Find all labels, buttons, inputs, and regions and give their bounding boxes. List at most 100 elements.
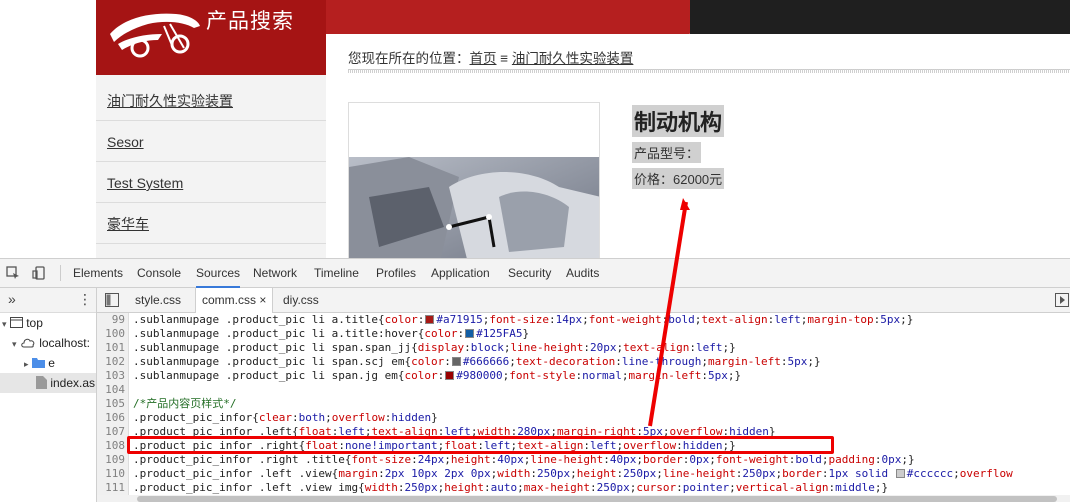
category-label[interactable]: 油门耐久性实验装置 <box>107 93 233 109</box>
code-line[interactable]: 106 .product_pic_infor{clear:both;overflo… <box>97 411 438 425</box>
code-token: : <box>484 481 491 494</box>
navigator-header: » ⋮ <box>0 288 96 313</box>
expand-arrow-icon[interactable]: ▸ <box>24 359 29 369</box>
code-line[interactable]: 109 .product_pic_infor .right .title{font… <box>97 453 914 467</box>
line-number: 110 <box>105 467 125 480</box>
tree-item-index-file[interactable]: index.as <box>0 373 96 393</box>
editor-tab-comm-css[interactable]: comm.css × <box>195 288 274 314</box>
code-token: color <box>424 327 458 340</box>
code-line[interactable]: 104 <box>97 383 133 397</box>
category-label[interactable]: 豪华车 <box>107 216 149 232</box>
code-line[interactable]: 101 .sublanmupage .product_pic li span.sp… <box>97 341 736 355</box>
tab-network[interactable]: Network <box>253 259 297 288</box>
category-item-sesor[interactable]: Sesor <box>96 121 326 162</box>
code-line[interactable]: 111 .product_pic_infor .left .view img{wi… <box>97 481 888 495</box>
device-toolbar-icon[interactable] <box>32 266 46 280</box>
code-line[interactable]: 102 .sublanmupage .product_pic li span.sc… <box>97 355 821 369</box>
code-token: ;} <box>807 355 821 368</box>
code-token: font-weight <box>588 313 662 326</box>
breadcrumb-home-link[interactable]: 首页 <box>470 51 497 66</box>
code-token: 5px <box>787 355 808 368</box>
tab-profiles[interactable]: Profiles <box>376 259 416 288</box>
folder-icon <box>31 358 45 368</box>
editor-tab-diy-css[interactable]: diy.css <box>283 288 319 313</box>
code-line[interactable]: 108 .product_pic_infor .right{float:none!… <box>97 439 736 453</box>
code-token: .sublanmupage .product_pic li span.span_… <box>133 341 418 354</box>
product-image-frame[interactable] <box>348 102 600 258</box>
editor-tab-style-css[interactable]: style.css <box>135 288 181 313</box>
code-token: text-align <box>517 439 584 452</box>
code-token: ; <box>821 453 829 466</box>
expand-arrow-icon[interactable]: ▾ <box>12 339 17 349</box>
editor-tabbar: style.css comm.css × diy.css <box>97 288 1070 314</box>
code-line[interactable]: 110 .product_pic_infor .left .view{margin… <box>97 467 1013 481</box>
code-token: ; <box>662 425 670 438</box>
code-token: color <box>411 355 445 368</box>
code-line[interactable]: 107 .product_pic_infor .left{float:left;t… <box>97 425 776 439</box>
code-token: none!important <box>344 439 438 452</box>
product-photo[interactable] <box>349 157 600 258</box>
toggle-debugger-icon[interactable] <box>1055 293 1069 307</box>
code-token: : <box>457 327 465 340</box>
breadcrumb-current-link[interactable]: 油门耐久性实验装置 <box>512 51 634 66</box>
code-token: left <box>484 439 511 452</box>
code-line[interactable]: 100 .sublanmupage .product_pic li a.title… <box>97 327 529 341</box>
category-item-luxury-car[interactable]: 豪华车 <box>96 203 326 244</box>
tab-application[interactable]: Application <box>431 259 490 288</box>
more-tabs-chevron-icon[interactable]: » <box>8 291 16 307</box>
color-swatch[interactable] <box>445 371 455 380</box>
sidebar-header: 产品搜索 <box>96 0 326 75</box>
color-swatch[interactable] <box>451 357 461 366</box>
sources-navigator: » ⋮ ▾ top ▾ localhost: ▸ e index.as <box>0 288 97 502</box>
tree-item-top[interactable]: ▾ top <box>0 313 96 333</box>
cloud-icon <box>21 338 35 348</box>
line-number: 99 <box>111 313 125 326</box>
tree-item-folder-e[interactable]: ▸ e <box>0 353 96 373</box>
code-token: 24px <box>417 453 445 466</box>
tab-console[interactable]: Console <box>137 259 181 288</box>
code-token: : <box>549 313 556 326</box>
inspect-element-icon[interactable] <box>6 266 20 280</box>
code-editor[interactable]: 99 .sublanmupage .product_pic li a.title{… <box>97 313 1070 495</box>
file-icon <box>36 376 47 389</box>
code-token: : <box>291 411 299 424</box>
code-token: font-size <box>351 453 412 466</box>
tree-item-localhost[interactable]: ▾ localhost: <box>0 333 96 353</box>
category-label[interactable]: Test System <box>107 175 183 191</box>
code-token: bold <box>795 453 822 466</box>
horizontal-scrollbar[interactable] <box>97 495 1070 502</box>
breadcrumb-separator: ≡ <box>496 51 512 66</box>
website-viewport: 产品搜索 油门耐久性实验装置 Sesor Test System 豪华车 您现在… <box>0 0 1070 258</box>
category-item-throttle[interactable]: 油门耐久性实验装置 <box>96 80 326 121</box>
code-token: left <box>590 439 617 452</box>
product-name: 制动机构 <box>632 105 725 137</box>
toggle-navigator-icon[interactable] <box>105 293 119 307</box>
code-token: overflow <box>331 411 385 424</box>
color-swatch[interactable] <box>465 329 475 338</box>
code-token: margin <box>338 467 379 480</box>
navigator-menu-icon[interactable]: ⋮ <box>78 291 92 308</box>
category-label[interactable]: Sesor <box>107 134 144 150</box>
color-swatch[interactable] <box>425 315 435 324</box>
tab-security[interactable]: Security <box>508 259 551 288</box>
tab-elements[interactable]: Elements <box>73 259 123 288</box>
category-item-test-system[interactable]: Test System <box>96 162 326 203</box>
close-tab-icon[interactable]: × <box>259 293 266 307</box>
line-number: 106 <box>105 411 125 424</box>
expand-arrow-icon[interactable]: ▾ <box>2 319 7 329</box>
color-swatch[interactable] <box>895 469 905 478</box>
code-line[interactable]: 99 .sublanmupage .product_pic li a.title{… <box>97 313 914 327</box>
code-token: float <box>298 425 332 438</box>
tab-audits[interactable]: Audits <box>566 259 599 288</box>
code-token: } <box>768 425 776 438</box>
code-token: cursor <box>636 481 677 494</box>
scrollbar-thumb[interactable] <box>137 496 1057 502</box>
code-token: border <box>643 453 683 466</box>
code-token: max-height <box>523 481 591 494</box>
code-token: 250px <box>742 467 776 480</box>
tab-sources[interactable]: Sources <box>196 259 241 288</box>
code-token: ; <box>621 369 629 382</box>
code-line[interactable]: 103 .sublanmupage .product_pic li span.jg… <box>97 369 741 383</box>
code-line[interactable]: 105 /*产品内容页样式*/ <box>97 397 236 411</box>
tab-timeline[interactable]: Timeline <box>314 259 359 288</box>
